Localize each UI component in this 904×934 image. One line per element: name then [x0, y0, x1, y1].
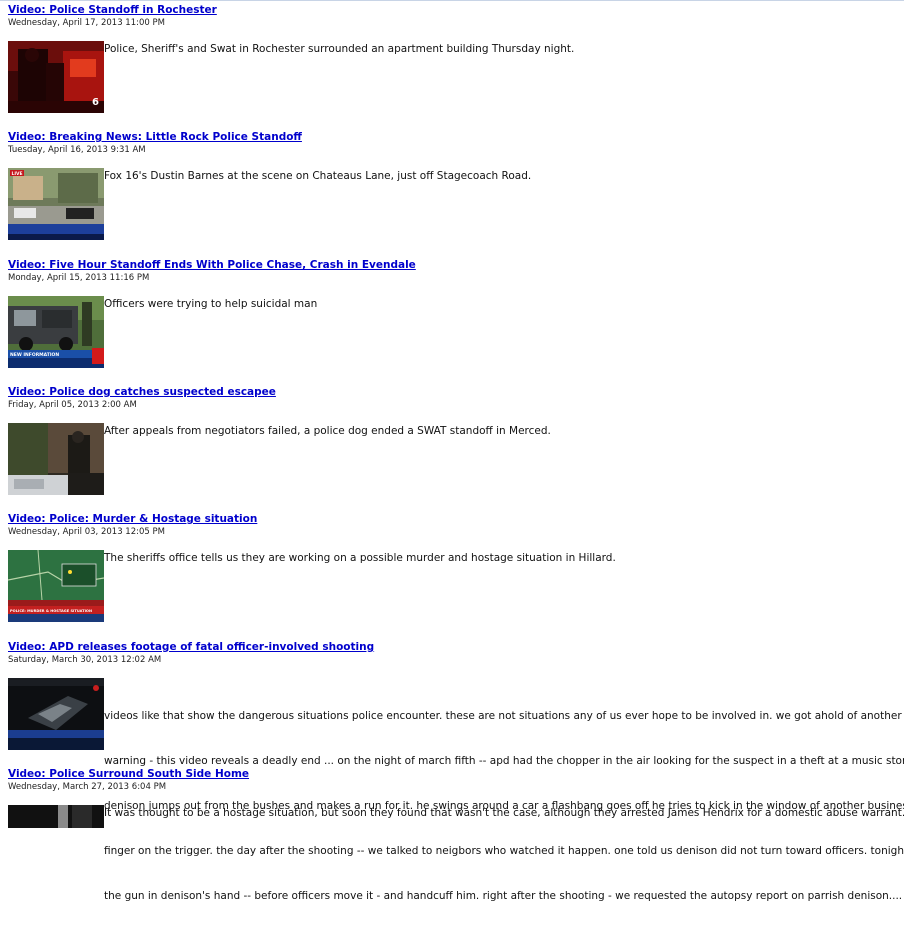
item-title-link[interactable]: Video: APD releases footage of fatal off…: [8, 641, 374, 653]
item-date: Tuesday, April 16, 2013 9:31 AM: [8, 145, 146, 155]
video-thumbnail[interactable]: [8, 678, 104, 750]
video-thumbnail[interactable]: LIVE: [8, 168, 104, 240]
channel-logo-icon: 6: [92, 97, 99, 108]
list-item: Video: Police: Murder & Hostage situatio…: [8, 513, 904, 633]
item-title-link[interactable]: Video: Police Standoff in Rochester: [8, 4, 217, 16]
item-title-link[interactable]: Video: Breaking News: Little Rock Police…: [8, 131, 302, 143]
news-banner-icon: NEW INFORMATION: [10, 352, 59, 358]
list-item: Video: Five Hour Standoff Ends With Poli…: [8, 259, 904, 379]
description-line: finger on the trigger. the day after the…: [104, 845, 904, 857]
video-thumbnail[interactable]: [8, 805, 104, 828]
item-description: The sheriffs office tells us they are wo…: [104, 552, 616, 564]
video-thumbnail[interactable]: 6: [8, 41, 104, 113]
description-line: warning - this video reveals a deadly en…: [104, 755, 904, 767]
video-thumbnail[interactable]: [8, 423, 104, 495]
item-date: Wednesday, March 27, 2013 6:04 PM: [8, 782, 167, 792]
item-date: Friday, April 05, 2013 2:00 AM: [8, 400, 137, 410]
item-date: Saturday, March 30, 2013 12:02 AM: [8, 655, 162, 665]
item-description: Officers were trying to help suicidal ma…: [104, 298, 318, 310]
list-item: Video: APD releases footage of fatal off…: [8, 641, 904, 902]
description-line: videos like that show the dangerous situ…: [104, 710, 904, 722]
news-banner-icon: POLICE: MURDER & HOSTAGE SITUATION: [10, 609, 92, 613]
item-description: It was thought to be a hostage situation…: [104, 807, 904, 819]
item-date: Monday, April 15, 2013 11:16 PM: [8, 273, 150, 283]
item-title-link[interactable]: Video: Police: Murder & Hostage situatio…: [8, 513, 257, 525]
video-news-feed: Video: Police Standoff in Rochester Wedn…: [0, 0, 904, 902]
item-description: After appeals from negotiators failed, a…: [104, 425, 551, 437]
list-item: Video: Police dog catches suspected esca…: [8, 386, 904, 506]
item-title-link[interactable]: Video: Police dog catches suspected esca…: [8, 386, 276, 398]
list-item: Video: Police Standoff in Rochester Wedn…: [8, 4, 904, 124]
item-title-link[interactable]: Video: Police Surround South Side Home: [8, 768, 249, 780]
item-description: Fox 16's Dustin Barnes at the scene on C…: [104, 170, 532, 182]
item-date: Wednesday, April 17, 2013 11:00 PM: [8, 18, 165, 28]
item-description: Police, Sheriff's and Swat in Rochester …: [104, 43, 575, 55]
live-badge-icon: LIVE: [12, 171, 23, 177]
item-title-link[interactable]: Video: Five Hour Standoff Ends With Poli…: [8, 259, 416, 271]
item-date: Wednesday, April 03, 2013 12:05 PM: [8, 527, 165, 537]
video-thumbnail[interactable]: NEW INFORMATION: [8, 296, 104, 368]
list-item: Video: Breaking News: Little Rock Police…: [8, 131, 904, 251]
list-item: Video: Police Surround South Side Home W…: [8, 768, 904, 828]
video-thumbnail[interactable]: POLICE: MURDER & HOSTAGE SITUATION: [8, 550, 104, 622]
description-line: the gun in denison's hand -- before offi…: [104, 890, 904, 902]
